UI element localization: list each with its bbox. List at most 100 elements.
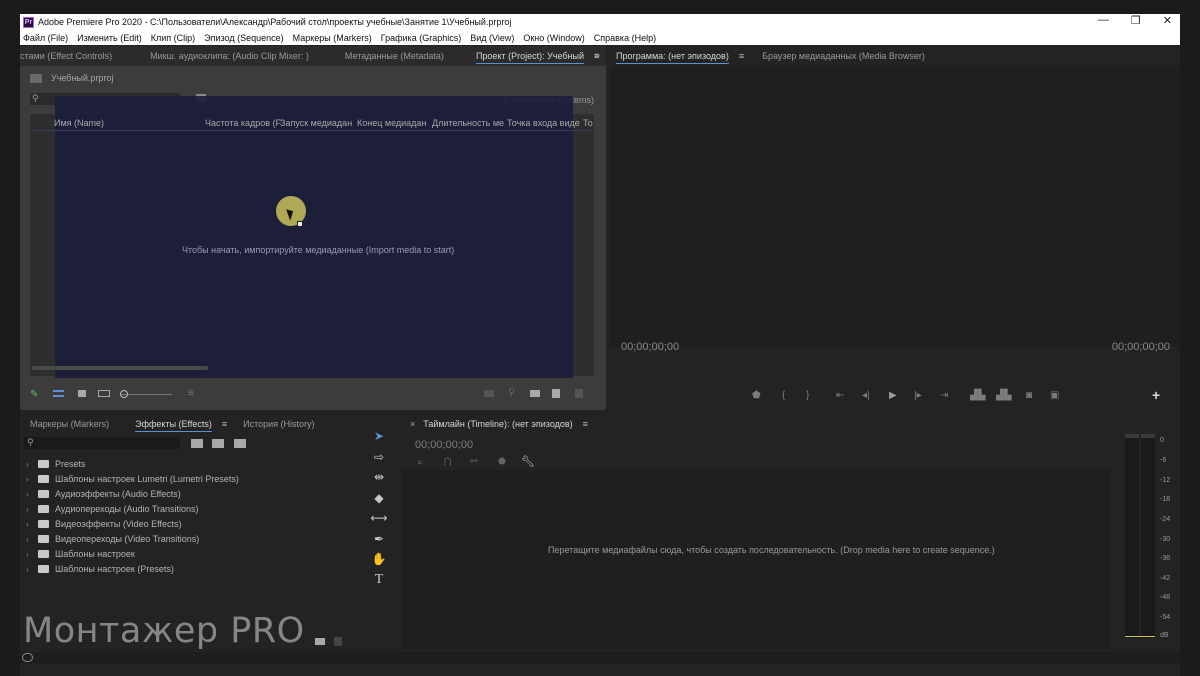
menu-edit[interactable]: Изменить (Edit) xyxy=(77,33,142,43)
tree-item-presets-en[interactable]: › Шаблоны настроек (Presets) xyxy=(26,562,174,576)
sort-icon[interactable]: ≡ xyxy=(188,388,194,399)
tree-item-audio-transitions[interactable]: › Аудиопереходы (Audio Transitions) xyxy=(26,502,199,516)
zoom-slider-handle[interactable] xyxy=(120,390,128,398)
close-window-button[interactable]: ✕ xyxy=(1163,14,1172,27)
delete-effect-icon[interactable] xyxy=(334,637,342,646)
effects-panel-menu-icon[interactable]: ≡ xyxy=(222,419,227,429)
menu-view[interactable]: Вид (View) xyxy=(470,33,514,43)
extract-icon[interactable]: ▟▙ xyxy=(996,390,1011,401)
tree-item-presets-ru[interactable]: › Шаблоны настроек xyxy=(26,547,135,561)
column-frame-rate[interactable]: Частота кадров (F xyxy=(205,118,281,128)
folder-icon xyxy=(38,505,49,513)
tab-history[interactable]: История (History) xyxy=(235,419,322,429)
selection-tool-icon[interactable]: ➤ xyxy=(369,427,389,445)
panel-overflow-icon[interactable]: » xyxy=(594,50,600,62)
timeline-timecode[interactable]: 00;00;00;00 xyxy=(415,439,473,451)
restore-button[interactable]: ❐ xyxy=(1131,14,1141,27)
tab-audio-clip-mixer[interactable]: Микш. аудиоклипа: (Audio Clip Mixer: ) xyxy=(142,51,317,61)
linked-selection-icon[interactable]: ⚯ xyxy=(470,456,478,467)
menu-file[interactable]: Файл (File) xyxy=(23,33,68,43)
tree-item-audio-effects[interactable]: › Аудиоэффекты (Audio Effects) xyxy=(26,487,181,501)
ripple-edit-tool-icon[interactable]: ⇹ xyxy=(369,468,389,486)
tab-metadata[interactable]: Метаданные (Metadata) xyxy=(337,51,452,61)
project-horizontal-scrollbar[interactable] xyxy=(32,366,208,370)
minimize-button[interactable]: — xyxy=(1098,14,1109,27)
accelerated-effects-icon[interactable] xyxy=(191,439,203,448)
new-item-icon[interactable] xyxy=(552,389,560,398)
add-marker-icon[interactable]: ⬟ xyxy=(752,390,761,401)
playhead-timecode[interactable]: 00;00;00;00 xyxy=(621,341,679,353)
freeform-view-icon[interactable] xyxy=(98,390,110,397)
tab-markers[interactable]: Маркеры (Markers) xyxy=(20,419,117,429)
razor-tool-icon[interactable]: ◆ xyxy=(369,489,389,507)
tools-panel: ➤ ⇨ ⇹ ◆ ⟷ ✒ ✋ T xyxy=(362,414,396,650)
comparison-view-icon[interactable]: ▣ xyxy=(1050,390,1059,401)
tree-item-video-transitions[interactable]: › Видеопереходы (Video Transitions) xyxy=(26,532,199,546)
tab-timeline[interactable]: Таймлайн (Timeline): (нет эпизодов) xyxy=(415,419,580,429)
column-video-in-point[interactable]: Точка входа виде xyxy=(507,118,580,128)
meter-label-6: -6 xyxy=(1160,457,1167,464)
step-back-icon[interactable]: ◂| xyxy=(862,390,870,401)
pencil-icon[interactable]: ✎ xyxy=(30,389,38,400)
menu-clip[interactable]: Клип (Clip) xyxy=(151,33,195,43)
go-to-out-icon[interactable]: ⇥ xyxy=(940,390,948,401)
find-icon[interactable]: ⚲ xyxy=(508,387,515,398)
meter-label-0: 0 xyxy=(1160,437,1164,444)
type-tool-icon[interactable]: T xyxy=(369,571,389,589)
automate-to-sequence-icon[interactable] xyxy=(484,390,494,397)
list-view-icon[interactable] xyxy=(53,390,64,397)
menu-markers[interactable]: Маркеры (Markers) xyxy=(293,33,372,43)
pen-tool-icon[interactable]: ✒ xyxy=(369,530,389,548)
insert-overwrite-icon[interactable]: ⟀ xyxy=(418,456,423,467)
tab-program[interactable]: Программа: (нет эпизодов) xyxy=(610,51,737,61)
timeline-tracks-area[interactable] xyxy=(402,470,1110,650)
icon-view-icon[interactable] xyxy=(78,390,86,397)
menu-graphics[interactable]: Графика (Graphics) xyxy=(381,33,461,43)
button-editor-icon[interactable]: + xyxy=(1152,387,1160,403)
hand-tool-icon[interactable]: ✋ xyxy=(369,550,389,568)
tab-effect-controls[interactable]: стами (Effect Controls) xyxy=(20,51,120,61)
step-forward-icon[interactable]: |▸ xyxy=(914,390,922,401)
export-frame-icon[interactable]: ◙ xyxy=(1026,390,1032,401)
column-media-start[interactable]: Запуск медиадан xyxy=(280,118,352,128)
tree-item-lumetri-presets[interactable]: › Шаблоны настроек Lumetri (Lumetri Prese… xyxy=(26,472,239,486)
column-media-duration[interactable]: Длительность ме xyxy=(432,118,504,128)
background-tasks-icon[interactable] xyxy=(22,653,33,662)
column-media-end[interactable]: Конец медиадан xyxy=(357,118,426,128)
timeline-panel: × Таймлайн (Timeline): (нет эпизодов) ≡ … xyxy=(400,414,1112,650)
mark-out-icon[interactable]: } xyxy=(806,390,809,401)
32bit-effects-icon[interactable] xyxy=(212,439,224,448)
new-custom-bin-icon[interactable] xyxy=(315,638,325,645)
new-bin-icon[interactable] xyxy=(530,390,540,397)
delete-icon[interactable] xyxy=(575,389,583,398)
program-panel-menu-icon[interactable]: ≡ xyxy=(739,51,744,61)
wrench-icon[interactable]: 🔧︎ xyxy=(521,455,535,468)
menu-help[interactable]: Справка (Help) xyxy=(594,33,656,43)
yuv-effects-icon[interactable] xyxy=(234,439,246,448)
snap-icon[interactable]: ⋂ xyxy=(444,456,451,467)
tab-media-browser[interactable]: Браузер медиаданных (Media Browser) xyxy=(754,51,933,61)
tab-project[interactable]: Проект (Project): Учебный xyxy=(468,51,592,61)
program-panel-tabs: Программа: (нет эпизодов) ≡ Браузер меди… xyxy=(610,46,1180,66)
go-to-in-icon[interactable]: ⇤ xyxy=(836,390,844,401)
effects-search-input[interactable]: ⚲ xyxy=(24,437,180,449)
add-marker-timeline-icon[interactable]: ⬟ xyxy=(498,456,506,467)
folder-icon xyxy=(38,565,49,573)
play-icon[interactable]: ▶ xyxy=(889,390,897,401)
column-video-out-point[interactable]: То xyxy=(583,118,593,128)
mark-in-icon[interactable]: { xyxy=(782,390,785,401)
slip-tool-icon[interactable]: ⟷ xyxy=(369,509,389,527)
track-select-tool-icon[interactable]: ⇨ xyxy=(369,448,389,466)
folder-icon xyxy=(38,460,49,468)
tab-effects[interactable]: Эффекты (Effects) xyxy=(127,419,220,429)
menu-sequence[interactable]: Эпизод (Sequence) xyxy=(204,33,283,43)
audio-meter-floor xyxy=(1125,636,1155,637)
lift-icon[interactable]: ▟▙ xyxy=(970,390,985,401)
drop-media-message: Перетащите медиафайлы сюда, чтобы создат… xyxy=(548,545,995,555)
timeline-panel-menu-icon[interactable]: ≡ xyxy=(583,419,588,429)
column-name[interactable]: Имя (Name) xyxy=(54,118,104,128)
audio-meter-left xyxy=(1125,434,1139,638)
menu-window[interactable]: Окно (Window) xyxy=(523,33,584,43)
tree-item-presets[interactable]: › Presets xyxy=(26,457,86,471)
tree-item-video-effects[interactable]: › Видеоэффекты (Video Effects) xyxy=(26,517,182,531)
